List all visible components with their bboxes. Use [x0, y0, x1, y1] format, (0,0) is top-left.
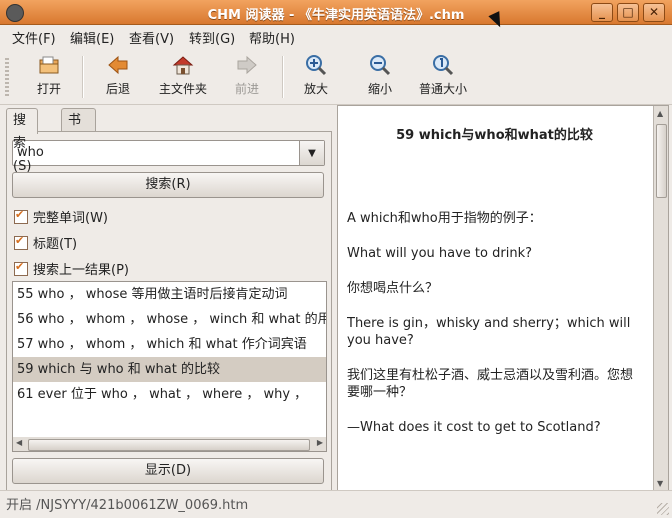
checkbox-checked-icon[interactable] [14, 260, 28, 276]
scrollbar-thumb[interactable] [656, 124, 667, 198]
home-label: 主文件夹 [158, 82, 207, 96]
toolbar-separator [282, 56, 284, 98]
zoom-normal-button[interactable]: 普通大小 [413, 53, 473, 97]
zoom-out-icon [368, 53, 392, 77]
scroll-up-icon[interactable]: ▲ [657, 109, 663, 118]
whole-words-label: 完整单词(W) [33, 211, 108, 226]
list-item-selected[interactable]: 59 which 与 who 和 what 的比较 [13, 357, 326, 382]
menu-file[interactable]: 文件(F) [12, 28, 56, 47]
zoom-out-button[interactable]: 缩小 [363, 53, 397, 97]
menu-help[interactable]: 帮助(H) [249, 28, 295, 47]
search-button[interactable]: 搜索(R) [12, 172, 324, 198]
scrollbar-thumb[interactable] [28, 439, 310, 451]
dropdown-arrow-icon[interactable]: ▼ [299, 141, 324, 165]
zoom-in-icon [304, 53, 328, 77]
scroll-left-icon[interactable]: ◀ [16, 438, 22, 447]
search-previous-checkbox[interactable]: 搜索上一结果(P) [14, 259, 129, 278]
toolbar: 打开 后退 主文件夹 前进 放大 缩小 普通大小 [0, 48, 672, 105]
results-list: 55 who ， whose 等用做主语时后接肯定动词 56 who ， who… [12, 281, 327, 439]
content-paragraph: —What does it cost to get to Scotland? [347, 420, 601, 435]
content-paragraph: What will you have to drink? [347, 246, 532, 261]
open-label: 打开 [36, 82, 61, 96]
maximize-button[interactable]: □ [617, 3, 639, 22]
search-previous-label: 搜索上一结果(P) [33, 263, 129, 278]
list-item[interactable]: 57 who ， whom ， which 和 what 作介词宾语 [13, 332, 326, 357]
menu-view[interactable]: 查看(V) [129, 28, 174, 47]
open-icon [37, 53, 61, 77]
back-button[interactable]: 后退 [101, 53, 135, 97]
forward-arrow-icon [235, 53, 259, 77]
list-item[interactable]: 55 who ， whose 等用做主语时后接肯定动词 [13, 282, 326, 307]
title-bar: CHM 阅读器 - 《牛津实用英语语法》.chm _ □ ✕ [0, 0, 672, 25]
menu-bar: 文件(F) 编辑(E) 查看(V) 转到(G) 帮助(H) [0, 25, 672, 47]
content-paragraph: There is gin，whisky and sherry；which wil… [347, 316, 631, 348]
home-icon [171, 53, 195, 77]
tab-search[interactable]: 搜索(S) [6, 108, 39, 174]
back-arrow-icon [106, 53, 130, 77]
whole-words-checkbox[interactable]: 完整单词(W) [14, 207, 108, 226]
checkbox-checked-icon[interactable] [14, 208, 28, 224]
zoom-in-button[interactable]: 放大 [299, 53, 333, 97]
menu-go[interactable]: 转到(G) [189, 28, 235, 47]
display-button[interactable]: 显示(D) [12, 458, 324, 484]
open-button[interactable]: 打开 [32, 53, 66, 97]
menu-edit[interactable]: 编辑(E) [70, 28, 114, 47]
zoom-out-label: 缩小 [367, 82, 392, 96]
titles-checkbox[interactable]: 标题(T) [14, 233, 77, 252]
titles-label: 标题(T) [33, 237, 78, 252]
zoom-in-label: 放大 [303, 82, 328, 96]
content-heading: 59 which与who和what的比较 [396, 128, 593, 143]
horizontal-scrollbar[interactable]: ◀ ▶ [12, 437, 327, 452]
close-button[interactable]: ✕ [643, 3, 665, 22]
list-item[interactable]: 56 who ， whom ， whose ， winch 和 what 的用法 [13, 307, 326, 332]
content-pane: 59 which与who和what的比较 A which和who用于指物的例子：… [337, 105, 669, 492]
tab-bookmarks[interactable]: 书签(M) [61, 108, 97, 174]
forward-button[interactable]: 前进 [230, 53, 264, 97]
back-label: 后退 [105, 82, 130, 96]
status-text: 开启 /NJSYYY/421b0061ZW_0069.htm [6, 498, 249, 513]
content-view: 59 which与who和what的比较 A which和who用于指物的例子：… [347, 106, 642, 491]
content-paragraph: A which和who用于指物的例子： [347, 211, 542, 226]
scroll-right-icon[interactable]: ▶ [317, 438, 323, 447]
home-button[interactable]: 主文件夹 [154, 53, 212, 97]
list-item[interactable]: 61 ever 位于 who ， what ， where ， why ， [13, 382, 326, 407]
search-panel: who ▼ 搜索(R) 完整单词(W) 标题(T) 搜索上一结果(P) 55 w… [6, 131, 332, 492]
content-paragraph: 你想喝点什么？ [347, 281, 439, 296]
resize-grip-icon[interactable] [657, 503, 669, 515]
forward-label: 前进 [234, 82, 259, 96]
scroll-down-icon[interactable]: ▼ [657, 479, 663, 488]
vertical-scrollbar[interactable]: ▲ ▼ [653, 106, 668, 491]
toolbar-handle[interactable] [5, 58, 9, 96]
content-paragraph: 我们这里有杜松子酒、威士忌酒以及雪利酒。您想要哪一种？ [347, 368, 634, 400]
search-combobox[interactable]: who ▼ [12, 140, 325, 166]
minimize-button[interactable]: _ [591, 3, 613, 22]
zoom-normal-icon [431, 53, 455, 77]
checkbox-checked-icon[interactable] [14, 234, 28, 250]
zoom-normal-label: 普通大小 [418, 82, 467, 96]
toolbar-separator [82, 56, 84, 98]
window-title: CHM 阅读器 - 《牛津实用英语语法》.chm [207, 8, 465, 23]
status-bar: 开启 /NJSYYY/421b0061ZW_0069.htm [0, 490, 672, 518]
